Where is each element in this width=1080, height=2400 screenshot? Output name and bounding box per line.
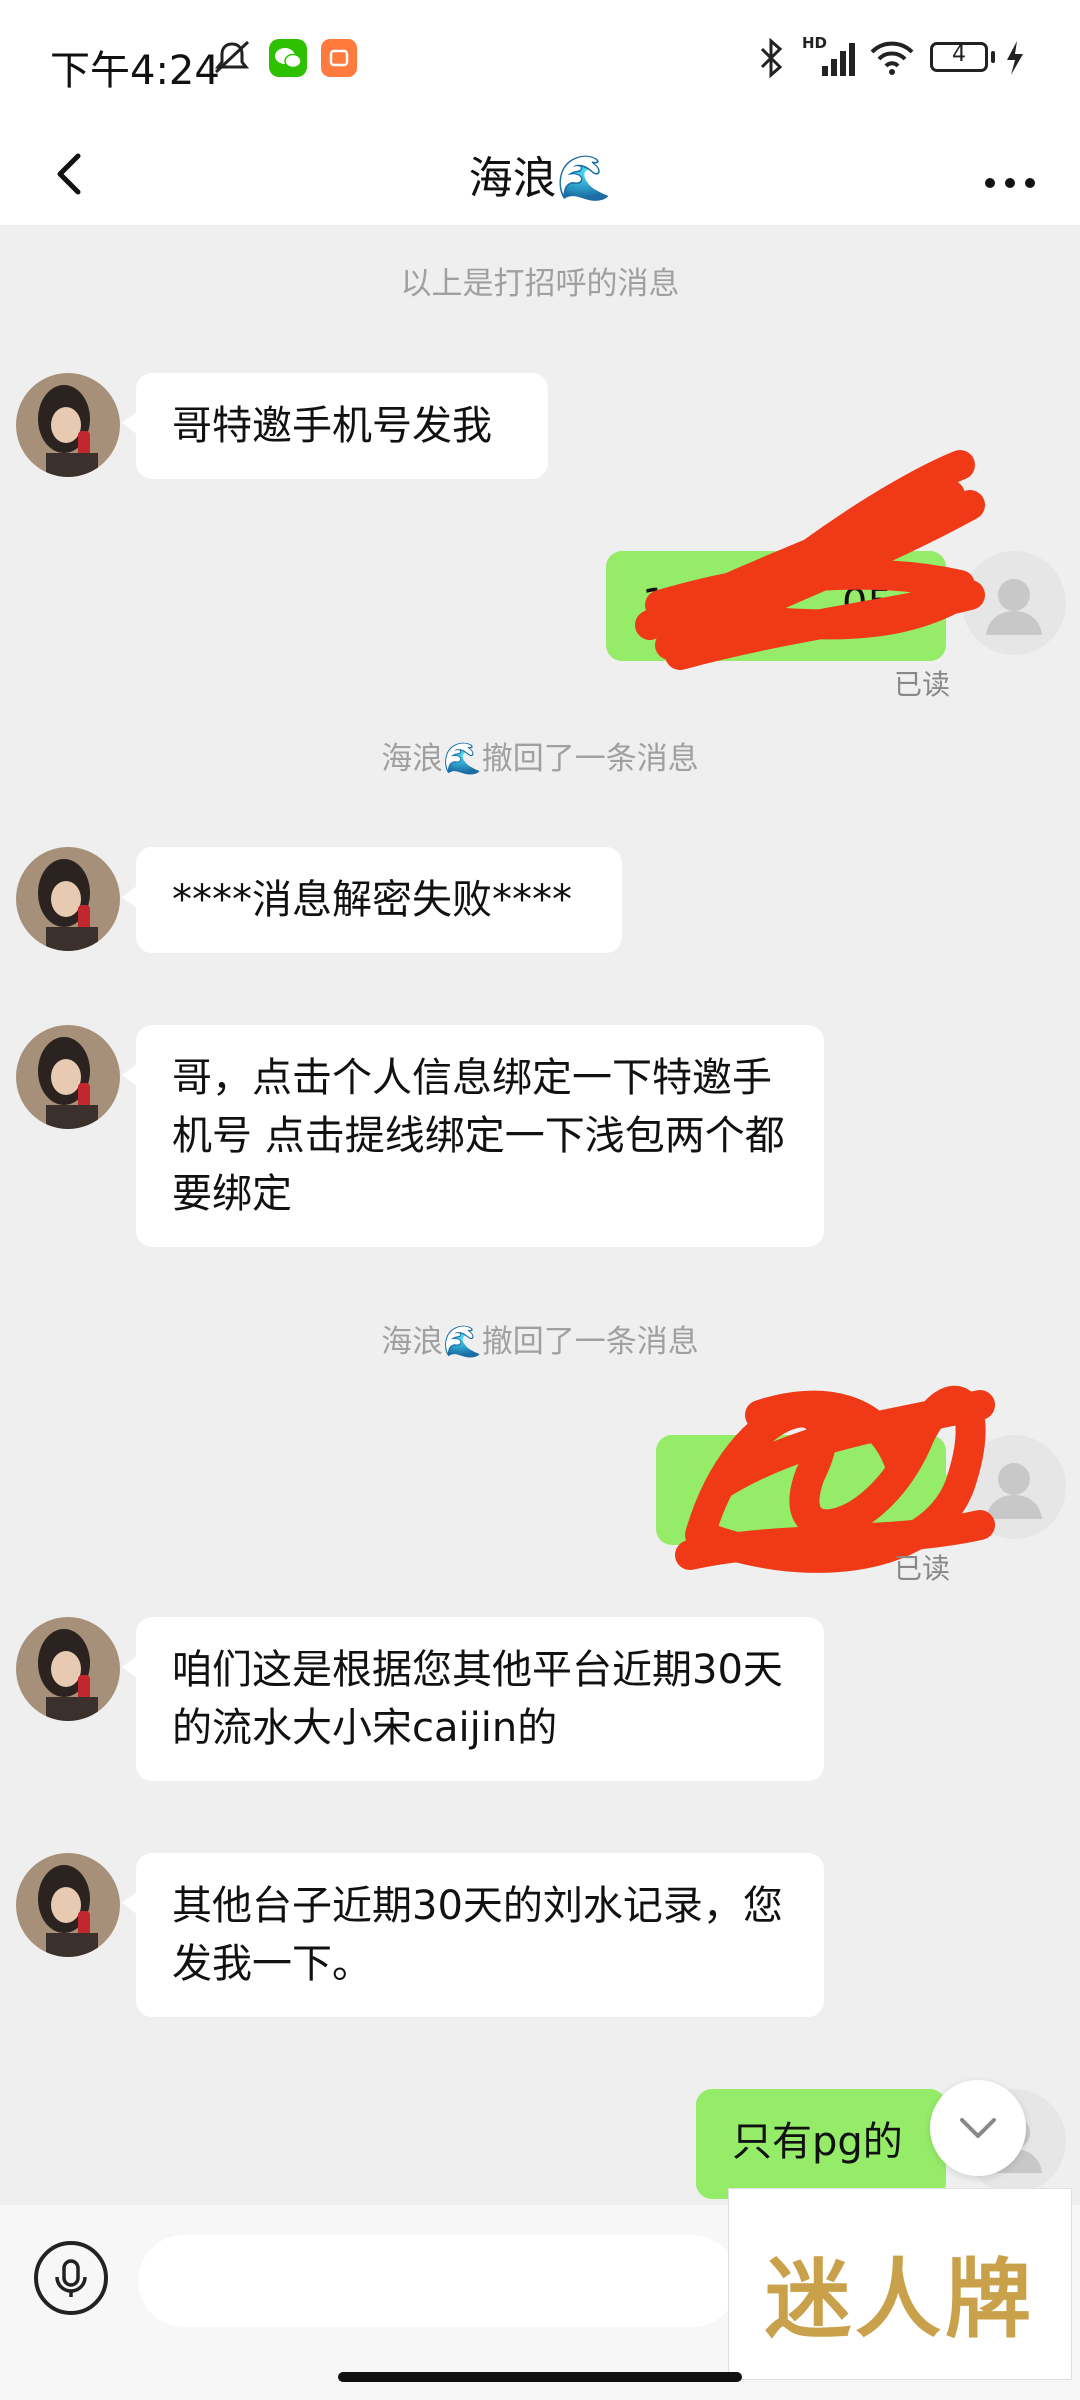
- signal-icon: [822, 43, 855, 76]
- contact-photo-icon: [16, 1025, 120, 1129]
- message-sent[interactable]: 只有pg的: [696, 2089, 960, 2199]
- message-text: 咱们这是根据您其他平台近期30天的流水大小宋caijin的: [172, 1647, 783, 1751]
- contact-photo-icon: [16, 373, 120, 477]
- message-text: 只有pg的: [732, 2119, 903, 2165]
- redaction-scribble: [635, 450, 985, 670]
- microphone-icon: [55, 2259, 87, 2297]
- contact-avatar[interactable]: [16, 1853, 120, 1957]
- contact-photo-icon: [16, 1853, 120, 1957]
- bluetooth-icon: [760, 38, 783, 78]
- more-icon: [985, 178, 1035, 188]
- wifi-icon: [870, 41, 914, 75]
- status-bar: 下午4:24 HD 4: [0, 0, 1080, 120]
- read-receipt: 已读: [894, 668, 951, 701]
- charging-icon: [1007, 41, 1023, 75]
- contact-avatar[interactable]: [16, 1617, 120, 1721]
- message-received[interactable]: ****消息解密失败****: [122, 847, 622, 953]
- message-received[interactable]: 哥，点击个人信息绑定一下特邀手机号 点击提线绑定一下浅包两个都要绑定: [122, 1025, 824, 1247]
- mute-icon: [214, 40, 250, 74]
- chat-header: 海浪🌊: [0, 120, 1080, 225]
- battery-tip: [991, 51, 995, 63]
- home-indicator[interactable]: [338, 2372, 742, 2382]
- battery-level: 4: [952, 42, 966, 67]
- message-input[interactable]: [138, 2235, 738, 2327]
- contact-avatar[interactable]: [16, 847, 120, 951]
- contact-photo-icon: [16, 847, 120, 951]
- voice-input-button[interactable]: [34, 2241, 108, 2315]
- recall-note: 海浪🌊撤回了一条消息: [381, 741, 699, 777]
- wechat-icon: [269, 39, 307, 77]
- status-time: 下午4:24: [50, 48, 220, 94]
- message-received[interactable]: 其他台子近期30天的刘水记录，您发我一下。: [122, 1853, 824, 2017]
- message-text: ****消息解密失败****: [172, 877, 572, 923]
- battery-icon: 4: [930, 42, 988, 72]
- app-icon: [321, 39, 357, 77]
- more-button[interactable]: [970, 140, 1050, 206]
- scroll-to-bottom-button[interactable]: [930, 2080, 1026, 2176]
- watermark-text: 迷人牌: [765, 2250, 1035, 2350]
- chat-title: 海浪🌊: [468, 153, 612, 204]
- chevron-down-icon: [960, 2118, 996, 2138]
- contact-avatar[interactable]: [16, 1025, 120, 1129]
- watermark-logo: 迷人牌: [728, 2188, 1072, 2380]
- contact-photo-icon: [16, 1617, 120, 1721]
- system-note-greeting: 以上是打招呼的消息: [400, 266, 680, 302]
- contact-avatar[interactable]: [16, 373, 120, 477]
- message-received[interactable]: 咱们这是根据您其他平台近期30天的流水大小宋caijin的: [122, 1617, 824, 1781]
- message-list[interactable]: 以上是打招呼的消息 哥特邀手机号发我 19 05 已读 海浪🌊撤回了一条消息 *…: [0, 225, 1080, 2205]
- message-text: 哥，点击个人信息绑定一下特邀手机号 点击提线绑定一下浅包两个都要绑定: [172, 1055, 785, 1217]
- read-receipt: 已读: [894, 1552, 951, 1585]
- redaction-scribble: [675, 1385, 995, 1573]
- message-text: 哥特邀手机号发我: [172, 403, 492, 449]
- message-received[interactable]: 哥特邀手机号发我: [122, 373, 548, 479]
- message-text: 其他台子近期30天的刘水记录，您发我一下。: [172, 1883, 783, 1987]
